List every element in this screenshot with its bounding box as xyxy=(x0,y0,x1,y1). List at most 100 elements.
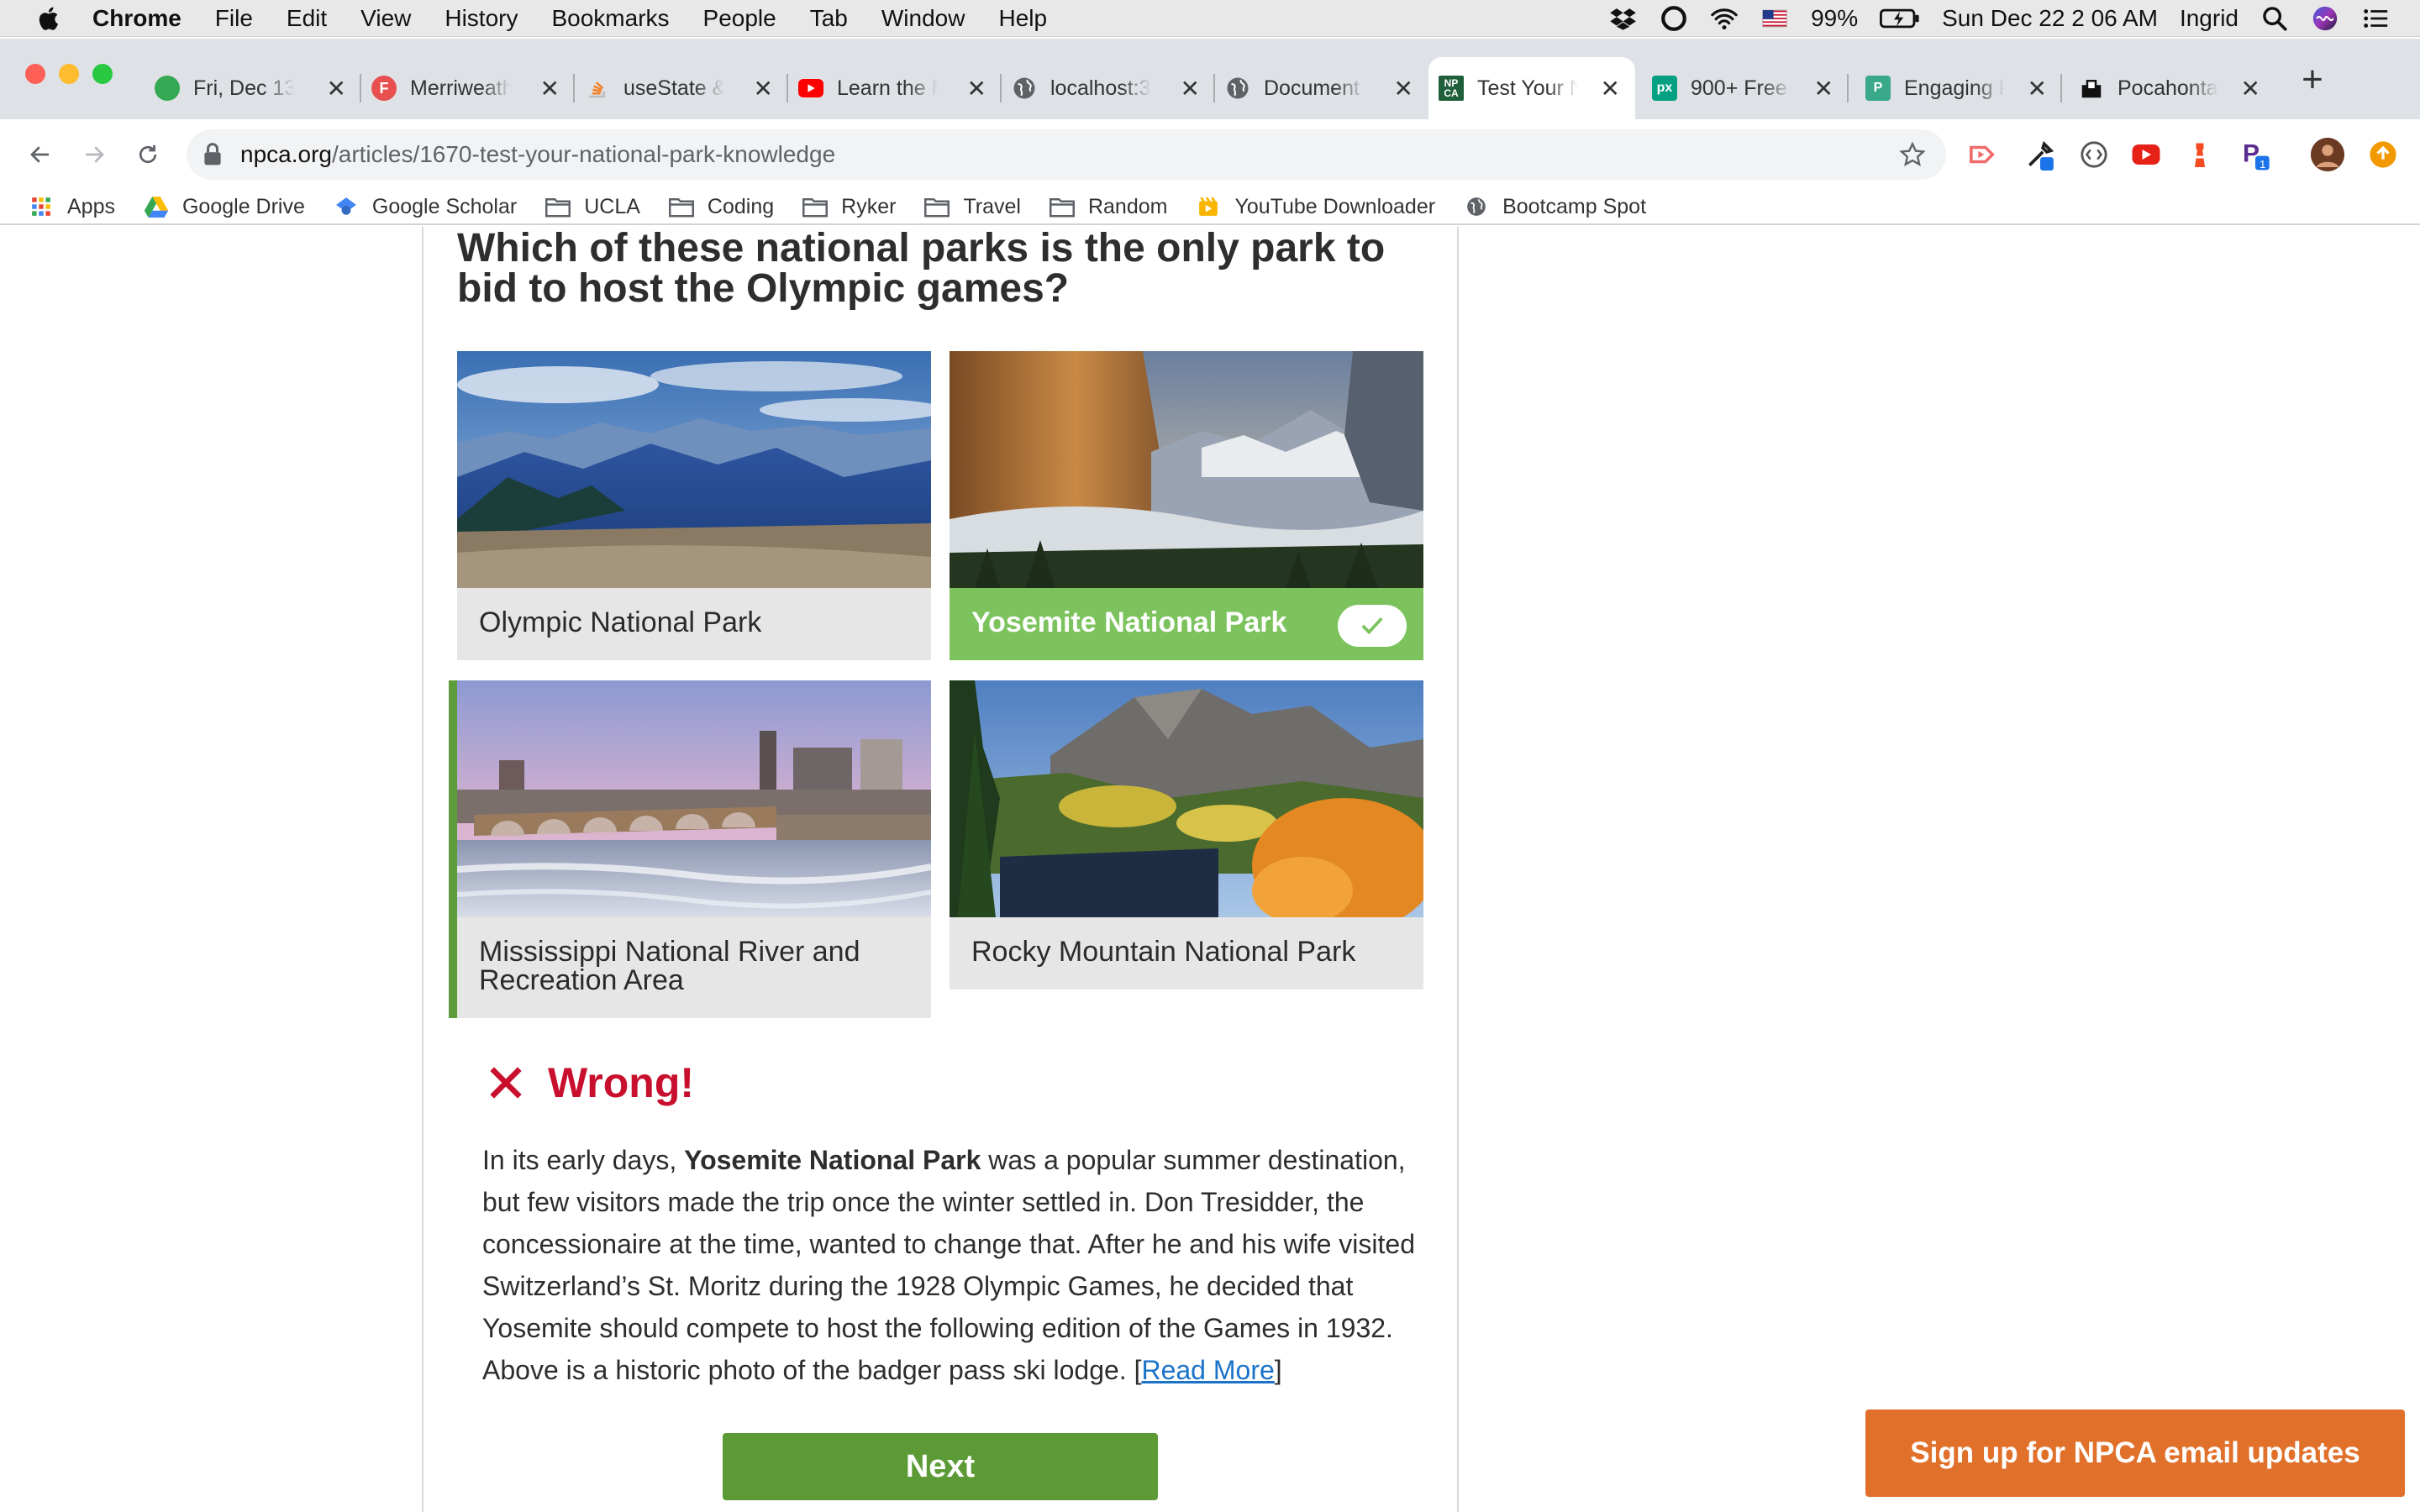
answer-option-mississippi-selected[interactable]: Mississippi National River and Recreatio… xyxy=(457,680,931,1018)
folder-icon xyxy=(545,198,571,218)
bookmark-google-drive[interactable]: Google Drive xyxy=(144,195,305,219)
yosemite-valley-photo xyxy=(950,351,1423,588)
menubar-clock[interactable]: Sun Dec 22 2 06 AM xyxy=(1942,5,2158,32)
close-window-button[interactable] xyxy=(25,64,45,84)
dropbox-icon[interactable] xyxy=(1609,4,1638,33)
answer-option-olympic[interactable]: Olympic National Park xyxy=(457,351,931,660)
forward-button[interactable] xyxy=(76,136,113,173)
bookmark-icon xyxy=(2079,76,2104,101)
tab[interactable]: Learn the M ✕ xyxy=(788,57,1002,119)
bookmark-folder-ryker[interactable]: Ryker xyxy=(802,195,896,219)
bookmark-youtube-downloader[interactable]: YouTube Downloader xyxy=(1196,195,1435,219)
close-tab-icon[interactable]: ✕ xyxy=(1181,75,1200,102)
bookmark-label: Coding xyxy=(707,194,775,218)
result-verdict: Wrong! xyxy=(482,1058,694,1107)
menu-help[interactable]: Help xyxy=(998,5,1047,32)
menubar-status-area: 99% Sun Dec 22 2 06 AM Ingrid xyxy=(1609,4,2420,33)
menu-tab[interactable]: Tab xyxy=(810,5,848,32)
reload-button[interactable] xyxy=(129,136,166,173)
tab[interactable]: Document ✕ xyxy=(1215,57,1428,119)
menu-edit[interactable]: Edit xyxy=(287,5,327,32)
explanation-text: ] xyxy=(1274,1355,1282,1385)
update-available-icon[interactable] xyxy=(2366,138,2400,171)
youtube-icon xyxy=(798,79,823,97)
circle-app-icon[interactable] xyxy=(1660,4,1688,33)
new-tab-button[interactable]: + xyxy=(2296,59,2329,101)
menu-view[interactable]: View xyxy=(360,5,411,32)
tab[interactable]: Pocahontas ✕ xyxy=(2062,57,2275,119)
lock-icon[interactable] xyxy=(203,143,222,166)
close-tab-icon[interactable]: ✕ xyxy=(540,75,560,102)
extension-code-icon[interactable] xyxy=(2077,138,2111,171)
extension-video-icon[interactable] xyxy=(1966,138,2000,171)
menu-people[interactable]: People xyxy=(703,5,776,32)
tab[interactable]: useState & ✕ xyxy=(575,57,788,119)
zoom-window-button[interactable] xyxy=(92,64,113,84)
close-tab-icon[interactable]: ✕ xyxy=(754,75,773,102)
read-more-link[interactable]: Read More xyxy=(1141,1355,1274,1385)
bookmark-folder-coding[interactable]: Coding xyxy=(668,194,775,219)
bookmark-star-icon[interactable] xyxy=(1899,141,1926,168)
address-bar[interactable]: npca.org/articles/1670-test-your-nationa… xyxy=(187,129,1946,180)
menu-history[interactable]: History xyxy=(445,5,518,32)
svg-text:1: 1 xyxy=(2260,158,2265,171)
tab[interactable]: px 900+ Free C ✕ xyxy=(1642,57,1849,119)
menu-window[interactable]: Window xyxy=(881,5,965,32)
close-tab-icon[interactable]: ✕ xyxy=(967,75,986,102)
bookmark-bootcamp-spot[interactable]: Bootcamp Spot xyxy=(1464,195,1646,219)
menu-file[interactable]: File xyxy=(215,5,253,32)
email-signup-button[interactable]: Sign up for NPCA email updates xyxy=(1865,1410,2405,1497)
bookmark-label: Apps xyxy=(67,194,115,218)
next-question-button[interactable]: Next xyxy=(723,1433,1158,1500)
back-button[interactable] xyxy=(22,136,59,173)
close-tab-icon[interactable]: ✕ xyxy=(1814,75,1833,102)
us-flag-icon[interactable] xyxy=(1760,4,1789,33)
answer-label: Olympic National Park xyxy=(479,606,762,638)
close-tab-icon[interactable]: ✕ xyxy=(1394,75,1413,102)
close-tab-icon[interactable]: ✕ xyxy=(1601,75,1620,102)
siri-icon[interactable] xyxy=(2311,4,2339,33)
notification-center-icon[interactable] xyxy=(2361,4,2390,33)
tab-label: Merriweather xyxy=(410,76,511,100)
explanation-text: was a popular summer destination, but fe… xyxy=(482,1145,1415,1385)
menu-bookmarks[interactable]: Bookmarks xyxy=(551,5,669,32)
window-controls xyxy=(25,64,113,84)
bookmark-folder-travel[interactable]: Travel xyxy=(924,195,1021,219)
answer-option-yosemite-correct[interactable]: Yosemite National Park xyxy=(950,351,1423,660)
profile-avatar[interactable] xyxy=(2311,138,2344,171)
answer-option-rocky-mountain[interactable]: Rocky Mountain National Park xyxy=(950,680,1423,990)
extension-lighthouse-icon[interactable] xyxy=(2183,138,2217,171)
macos-menubar: Chrome File Edit View History Bookmarks … xyxy=(0,0,2420,37)
bookmark-apps[interactable]: Apps xyxy=(29,195,115,219)
google-scholar-icon xyxy=(335,197,356,215)
extension-eyedropper-icon[interactable] xyxy=(2023,138,2057,171)
tab-active[interactable]: NP CA Test Your N ✕ xyxy=(1428,57,1635,119)
close-tab-icon[interactable]: ✕ xyxy=(327,75,346,102)
bookmark-google-scholar[interactable]: Google Scholar xyxy=(334,195,517,219)
bookmark-label: Random xyxy=(1087,194,1168,218)
battery-charging-icon[interactable] xyxy=(1880,4,1920,33)
tab-label: Document xyxy=(1264,76,1360,100)
tab[interactable]: P Engaging P ✕ xyxy=(1849,57,2062,119)
wifi-icon[interactable] xyxy=(1710,4,1739,33)
tab[interactable]: Fri, Dec 13 2 ✕ xyxy=(148,57,361,119)
apple-icon[interactable] xyxy=(35,4,64,33)
folder-icon xyxy=(924,198,950,218)
extension-purple-p-icon[interactable]: P1 xyxy=(2238,138,2272,171)
globe-icon xyxy=(1467,197,1486,216)
spotlight-search-icon[interactable] xyxy=(2260,4,2289,33)
battery-percent: 99% xyxy=(1811,4,1859,31)
npca-icon: NP CA xyxy=(1439,76,1464,101)
bookmark-folder-ucla[interactable]: UCLA xyxy=(545,195,640,219)
menu-app-chrome[interactable]: Chrome xyxy=(92,5,182,32)
youtube-downloader-icon xyxy=(1199,197,1218,216)
tab[interactable]: localhost:30 ✕ xyxy=(1002,57,1215,119)
minimize-window-button[interactable] xyxy=(59,64,79,84)
close-tab-icon[interactable]: ✕ xyxy=(2241,75,2260,102)
extension-youtube-icon[interactable] xyxy=(2129,138,2163,171)
google-drive-icon xyxy=(144,197,169,218)
menubar-user[interactable]: Ingrid xyxy=(2180,5,2238,32)
tab[interactable]: F Merriweather ✕ xyxy=(361,57,575,119)
bookmark-folder-random[interactable]: Random xyxy=(1049,194,1168,219)
close-tab-icon[interactable]: ✕ xyxy=(2028,75,2047,102)
